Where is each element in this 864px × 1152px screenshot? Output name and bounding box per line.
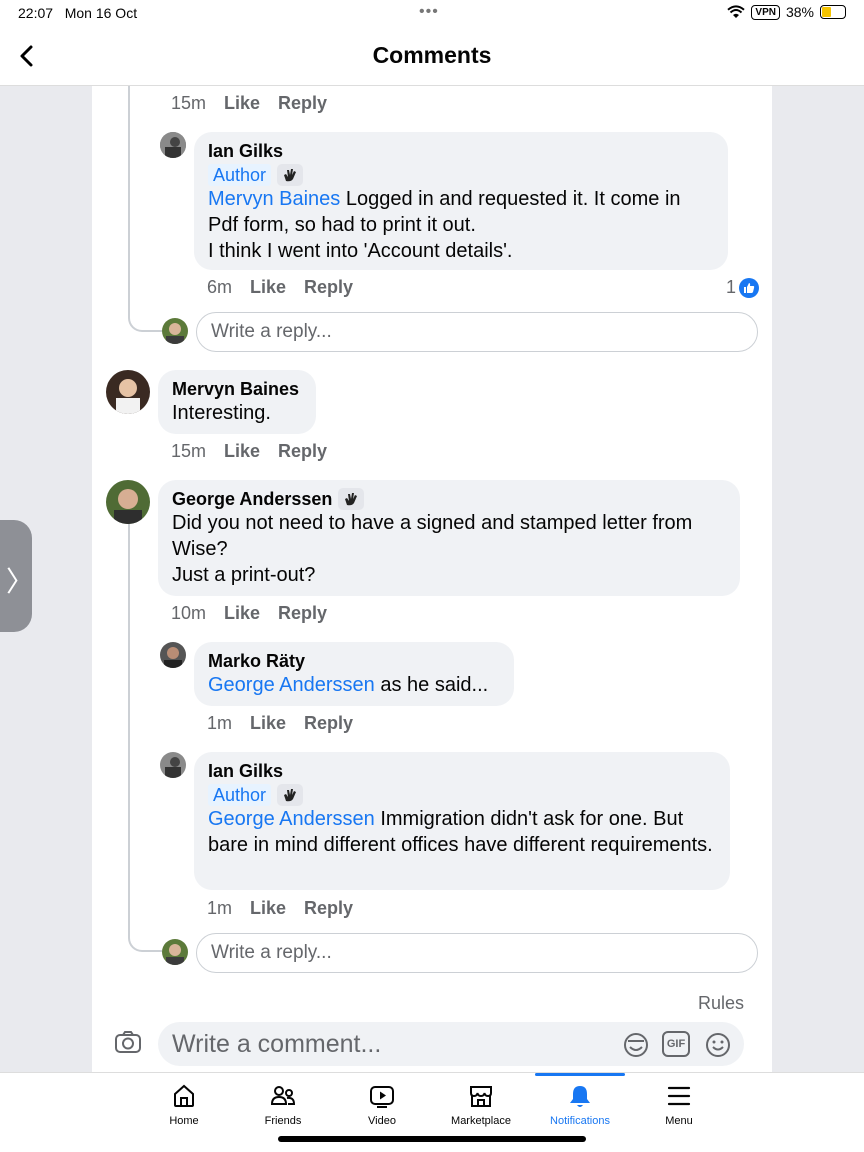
comment-bubble: Mervyn Baines Interesting. <box>158 370 316 434</box>
avatar[interactable] <box>160 642 186 668</box>
status-icons: VPN 38% <box>727 4 846 20</box>
gif-button[interactable]: GIF <box>662 1031 690 1057</box>
reply-button[interactable]: Reply <box>304 898 353 919</box>
comment-text: George Anderssen Immigration didn't ask … <box>208 808 713 856</box>
comment-text-line2: I think I went into 'Account details'. <box>208 240 513 262</box>
author-badge: Author <box>208 164 272 186</box>
rules-link[interactable]: Rules <box>698 993 744 1014</box>
tab-menu[interactable]: Menu <box>630 1073 728 1152</box>
avatar[interactable] <box>106 480 150 524</box>
comment-bubble: George Anderssen Did you not need to hav… <box>158 480 740 596</box>
battery-icon <box>820 5 846 19</box>
comment-actions: 15m Like Reply <box>171 93 327 114</box>
page-title: Comments <box>372 42 492 68</box>
status-time-date: 22:07 Mon 16 Oct <box>18 5 138 21</box>
comment-author[interactable]: Marko Räty <box>208 650 500 672</box>
like-button[interactable]: Like <box>224 93 260 114</box>
comment-author[interactable]: Ian Gilks <box>208 760 716 782</box>
nav-bar: Comments <box>0 28 864 86</box>
mention-link[interactable]: Mervyn Baines <box>208 188 340 210</box>
avatar[interactable] <box>160 132 186 158</box>
avatar <box>162 318 188 344</box>
menu-icon <box>667 1086 691 1106</box>
reaction-count[interactable]: 1 <box>726 277 760 298</box>
reply-button[interactable]: Reply <box>278 93 327 114</box>
like-button[interactable]: Like <box>224 603 260 624</box>
comment-input[interactable]: Write a comment... GIF <box>158 1022 744 1066</box>
sidebar-expand-handle[interactable]: 〉 <box>0 520 35 632</box>
camera-icon[interactable] <box>114 1030 142 1054</box>
waving-hand-icon <box>277 164 304 186</box>
comment-time: 1m <box>207 898 233 918</box>
comment-author[interactable]: Mervyn Baines <box>172 378 302 400</box>
reply-button[interactable]: Reply <box>278 603 327 624</box>
comment-bubble: Ian Gilks Author George Anderssen Immigr… <box>194 752 730 890</box>
comment-actions: 6m Like Reply <box>207 277 353 298</box>
comment-actions: 1m Like Reply <box>207 898 353 919</box>
like-button[interactable]: Like <box>224 441 260 462</box>
chevron-right-icon: 〉 <box>6 566 35 597</box>
reply-button[interactable]: Reply <box>304 277 353 298</box>
comment-actions: 15m Like Reply <box>171 441 327 462</box>
emoji-icon[interactable] <box>704 1031 732 1059</box>
battery-percent: 38% <box>785 4 814 20</box>
comment-bubble: Ian Gilks Author Mervyn Baines Logged in… <box>194 132 728 270</box>
comment-text: Interesting. <box>172 402 271 424</box>
waving-hand-icon <box>277 784 304 806</box>
comment-actions: 1m Like Reply <box>207 713 353 734</box>
tab-home[interactable]: Home <box>135 1073 233 1152</box>
video-icon <box>370 1086 394 1108</box>
sticker-icon[interactable] <box>622 1031 650 1059</box>
comment-time: 1m <box>207 713 233 733</box>
comment-placeholder: Write a comment... <box>172 1030 382 1058</box>
comment-text: George Anderssen as he said... <box>208 674 489 696</box>
comment-bubble: Marko Räty George Anderssen as he said..… <box>194 642 514 706</box>
author-badge: Author <box>208 784 272 806</box>
waving-hand-icon <box>338 488 365 510</box>
comment-actions: 10m Like Reply <box>171 603 327 624</box>
home-icon <box>174 1084 194 1107</box>
reply-button[interactable]: Reply <box>304 713 353 734</box>
friends-icon <box>270 1086 296 1105</box>
comments-list: 15m Like Reply Ian Gilks Author Mervyn B… <box>92 86 772 982</box>
status-bar: 22:07 Mon 16 Oct ••• VPN 38% <box>0 0 864 28</box>
comment-time: 15m <box>171 441 207 461</box>
comment-text: Did you not need to have a signed and st… <box>172 512 693 560</box>
comment-author[interactable]: George Anderssen <box>172 488 726 510</box>
multitasking-dots-icon[interactable]: ••• <box>419 3 439 21</box>
mention-link[interactable]: George Anderssen <box>208 808 375 830</box>
thumbs-up-icon <box>739 277 760 298</box>
thread-line <box>128 496 130 916</box>
like-button[interactable]: Like <box>250 277 286 298</box>
reply-button[interactable]: Reply <box>278 441 327 462</box>
reply-input[interactable]: Write a reply... <box>196 933 758 973</box>
home-indicator[interactable] <box>278 1136 586 1142</box>
vpn-badge: VPN <box>751 4 780 20</box>
comment-time: 6m <box>207 277 233 297</box>
avatar <box>162 939 188 965</box>
thread-line <box>128 86 130 318</box>
thread-connector <box>128 286 162 332</box>
avatar[interactable] <box>160 752 186 778</box>
comment-text: Mervyn Baines Logged in and requested it… <box>208 188 681 236</box>
like-button[interactable]: Like <box>250 713 286 734</box>
avatar[interactable] <box>106 370 150 414</box>
mention-link[interactable]: George Anderssen <box>208 674 375 696</box>
comment-time: 10m <box>171 603 207 623</box>
bell-icon <box>570 1086 590 1107</box>
comment-composer: Rules Write a comment... GIF <box>92 982 772 1072</box>
comment-text-line2: Just a print-out? <box>172 564 316 586</box>
reply-input[interactable]: Write a reply... <box>196 312 758 352</box>
comment-author[interactable]: Ian Gilks <box>208 140 714 162</box>
like-button[interactable]: Like <box>250 898 286 919</box>
wifi-icon <box>727 5 746 18</box>
comment-time: 15m <box>171 93 207 113</box>
marketplace-icon <box>470 1086 492 1107</box>
thread-connector <box>128 912 162 952</box>
